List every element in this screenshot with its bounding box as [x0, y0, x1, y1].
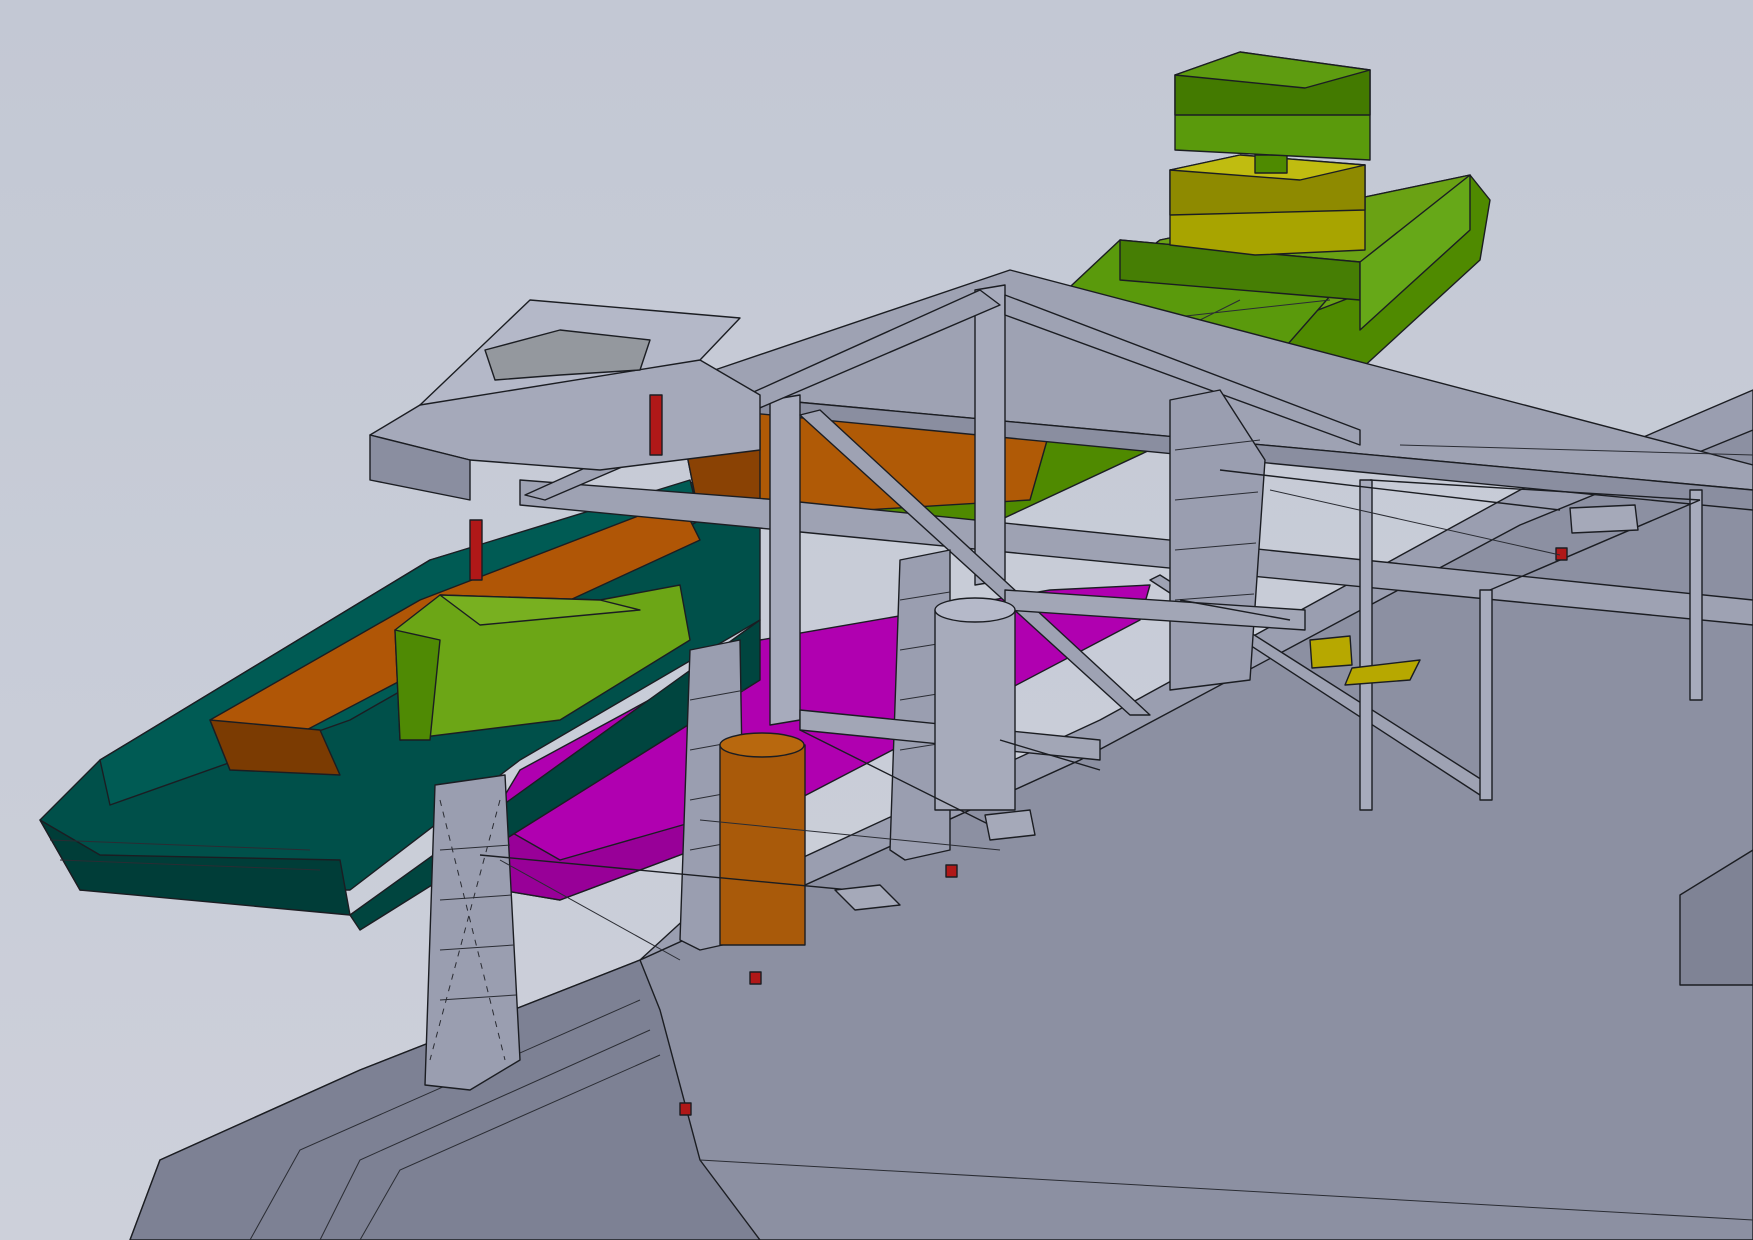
lattice-tower-left[interactable]	[424, 774, 521, 1091]
deckhouse-block[interactable]	[1169, 51, 1371, 256]
red-bollard-2	[749, 971, 762, 985]
grey-caisson[interactable]	[934, 597, 1016, 811]
red-bollard-3	[679, 1102, 692, 1116]
red-bollard-1	[945, 864, 958, 878]
block-3	[1569, 504, 1639, 534]
block-2	[984, 809, 1036, 841]
yellow-block-1	[1309, 635, 1353, 669]
assembly-model-view[interactable]	[0, 0, 1753, 1240]
red-post-2	[649, 394, 663, 456]
red-post-1	[469, 519, 483, 581]
cad-3d-viewport[interactable]	[0, 0, 1753, 1240]
orange-caisson[interactable]	[719, 732, 806, 946]
